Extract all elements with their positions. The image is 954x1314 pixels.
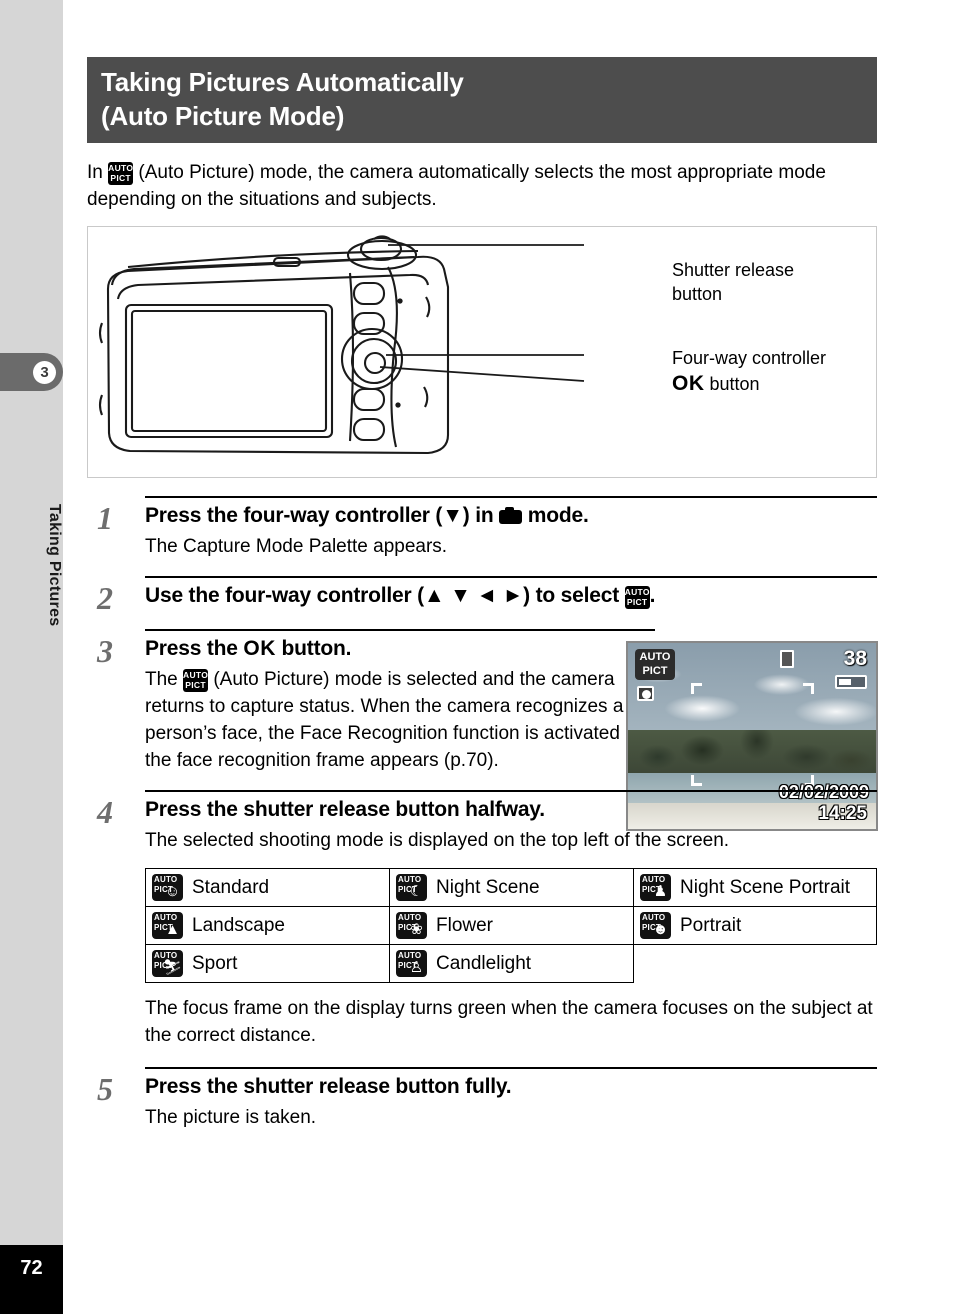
- table-row: AUTO PICT ⛷ Sport AUTO PICT ♙ Candlelight: [145, 944, 877, 983]
- desc-part-a: The: [145, 669, 178, 690]
- step-description: The Capture Mode Palette appears.: [145, 536, 448, 557]
- step-title: Use the four-way controller (▲ ▼ ◄ ►) to…: [145, 581, 877, 611]
- chapter-title: Taking Pictures: [46, 503, 63, 627]
- intro-paragraph: In AUTO PICT (Auto Picture) mode, the cam…: [87, 159, 887, 213]
- auto-pict-badge: AUTO PICT: [635, 649, 675, 680]
- step-1: 1 Press the four-way controller (▼) in m…: [87, 496, 877, 560]
- intro-text-before: In: [87, 162, 103, 183]
- mode-label: Portrait: [680, 914, 742, 936]
- focus-frame-note: The focus frame on the display turns gre…: [145, 998, 873, 1046]
- auto-pict-candlelight-icon: AUTO PICT ♙: [396, 950, 427, 977]
- step-2: 2 Use the four-way controller (▲ ▼ ◄ ►) …: [87, 576, 877, 617]
- mode-label: Night Scene Portrait: [680, 876, 851, 898]
- mode-cell-empty: [633, 944, 877, 983]
- step-body: Press the shutter release button fully. …: [145, 1069, 877, 1131]
- step-title-part-c: mode.: [527, 504, 589, 527]
- four-way-controller-callout: Four-way controller: [672, 348, 827, 368]
- auto-pict-portrait-icon: AUTO PICT ☻: [640, 912, 671, 939]
- step-body: Use the four-way controller (▲ ▼ ◄ ►) to…: [145, 578, 877, 617]
- mode-cell-night-scene-portrait: AUTO PICT ♟ Night Scene Portrait: [633, 868, 877, 907]
- camera-illustration: [98, 235, 585, 455]
- chapter-number: 3: [33, 361, 56, 384]
- focus-bracket-top-right: [803, 683, 814, 694]
- chapter-tab: 3: [0, 353, 63, 391]
- mode-table: AUTO PICT ☺ Standard AUTO PICT ☾ Night Sce…: [145, 868, 877, 983]
- table-row: AUTOPICT ▲ Landscape AUTOPICT ❀ Flower: [145, 906, 877, 945]
- step-body: Press the OK button. The AUTO PICT (Auto …: [145, 631, 665, 774]
- step-description: The picture is taken.: [145, 1107, 317, 1128]
- step-title: Press the shutter release button fully.: [145, 1075, 512, 1098]
- auto-pict-icon: AUTO PICT: [183, 668, 209, 692]
- auto-pict-sport-icon: AUTO PICT ⛷: [152, 950, 183, 977]
- auto-pict-flower-icon: AUTO PICT ❀: [396, 912, 427, 939]
- auto-pict-night-scene-portrait-icon: AUTO PICT ♟: [640, 874, 671, 901]
- step-number: 2: [97, 580, 113, 616]
- island-region: [628, 730, 876, 776]
- mode-cell-landscape: AUTO PICT ▲ Landscape: [145, 906, 390, 945]
- table-row: AUTO PICT ☺ Standard AUTO PICT ☾ Night Sce…: [145, 868, 877, 907]
- step-description: The AUTO PICT (Auto Picture) mode is sele…: [145, 666, 665, 774]
- face-detection-icon: [637, 686, 654, 701]
- section-header: Taking Pictures Automatically (Auto Pict…: [87, 57, 877, 143]
- page-footer: 72: [0, 1245, 63, 1314]
- mode-cell-standard: AUTO PICT ☺ Standard: [145, 868, 390, 907]
- ok-label: OK: [243, 637, 276, 660]
- section-title-line1: Taking Pictures Automatically: [101, 67, 464, 97]
- chapter-rail: 3 Taking Pictures: [0, 0, 63, 1245]
- camera-icon: [499, 507, 523, 524]
- step-number: 1: [97, 500, 113, 536]
- focus-bracket-top-left: [691, 683, 702, 694]
- page-number: 72: [20, 1257, 43, 1279]
- direction-arrows-icon: ▲ ▼ ◄ ►: [423, 584, 524, 607]
- step-title: Press the OK button.: [145, 634, 665, 664]
- mode-cell-night-scene: AUTO PICT ☾ Night Scene: [389, 868, 634, 907]
- section-title-line2: (Auto Picture Mode): [101, 101, 345, 131]
- auto-pict-landscape-icon: AUTO PICT ▲: [152, 912, 183, 939]
- step-4: 4 Press the shutter release button halfw…: [87, 790, 877, 854]
- step-title-part-a: Press the four-way controller (: [145, 504, 443, 527]
- step-title-part-b: ) to select: [523, 584, 619, 607]
- step-5: 5 Press the shutter release button fully…: [87, 1067, 877, 1131]
- step-body: Press the shutter release button halfway…: [145, 792, 877, 854]
- step-description: The selected shooting mode is displayed …: [145, 830, 730, 851]
- step-3: 3 Press the OK button. The AUTO PICT (Aut…: [87, 629, 878, 831]
- auto-pict-standard-icon: AUTO PICT ☺: [152, 874, 183, 901]
- mode-label: Landscape: [192, 914, 285, 936]
- auto-pict-night-scene-icon: AUTO PICT ☾: [396, 874, 427, 901]
- page-content: Taking Pictures Automatically (Auto Pict…: [87, 0, 878, 1131]
- mode-label: Sport: [192, 952, 238, 974]
- mode-cell-portrait: AUTO PICT ☻ Portrait: [633, 906, 877, 945]
- mode-label: Flower: [436, 914, 494, 936]
- memory-card-icon: [780, 650, 794, 668]
- step-number: 5: [97, 1071, 113, 1107]
- camera-figure: Shutter release button Four-way controlle…: [87, 226, 877, 478]
- mode-cell-candlelight: AUTO PICT ♙ Candlelight: [389, 944, 634, 983]
- step-number: 4: [97, 794, 113, 830]
- shots-remaining: 38: [843, 647, 867, 670]
- step-title-part-a: Press the: [145, 637, 238, 660]
- auto-pict-icon: AUTO PICT: [108, 161, 134, 185]
- mode-label: Candlelight: [436, 952, 532, 974]
- step-title-part-a: Use the four-way controller (: [145, 584, 424, 607]
- mode-cell-flower: AUTO PICT ❀ Flower: [389, 906, 634, 945]
- mode-label: Night Scene: [436, 876, 540, 898]
- step-title-part-c: .: [649, 584, 656, 607]
- shutter-release-callout: Shutter release button: [672, 260, 795, 304]
- step-title-part-c: button.: [281, 637, 352, 660]
- auto-pict-icon: AUTO PICT: [624, 585, 650, 609]
- step-number: 3: [97, 633, 113, 669]
- intro-text-after: (Auto Picture) mode, the camera automati…: [87, 162, 826, 210]
- down-arrow-icon: ▼: [442, 504, 463, 527]
- step-title: Press the shutter release button halfway…: [145, 798, 545, 821]
- desc-part-b: (Auto Picture) mode is selected and the …: [145, 669, 657, 771]
- ok-button-callout: OK button: [672, 372, 760, 395]
- step-title: Press the four-way controller (▼) in mod…: [145, 501, 877, 531]
- step-title-part-b: ) in: [462, 504, 494, 527]
- mode-cell-sport: AUTO PICT ⛷ Sport: [145, 944, 390, 983]
- step-body: Press the four-way controller (▼) in mod…: [145, 498, 877, 560]
- battery-icon: [835, 675, 867, 689]
- mode-label: Standard: [192, 876, 270, 898]
- focus-bracket-bottom-left: [691, 775, 702, 786]
